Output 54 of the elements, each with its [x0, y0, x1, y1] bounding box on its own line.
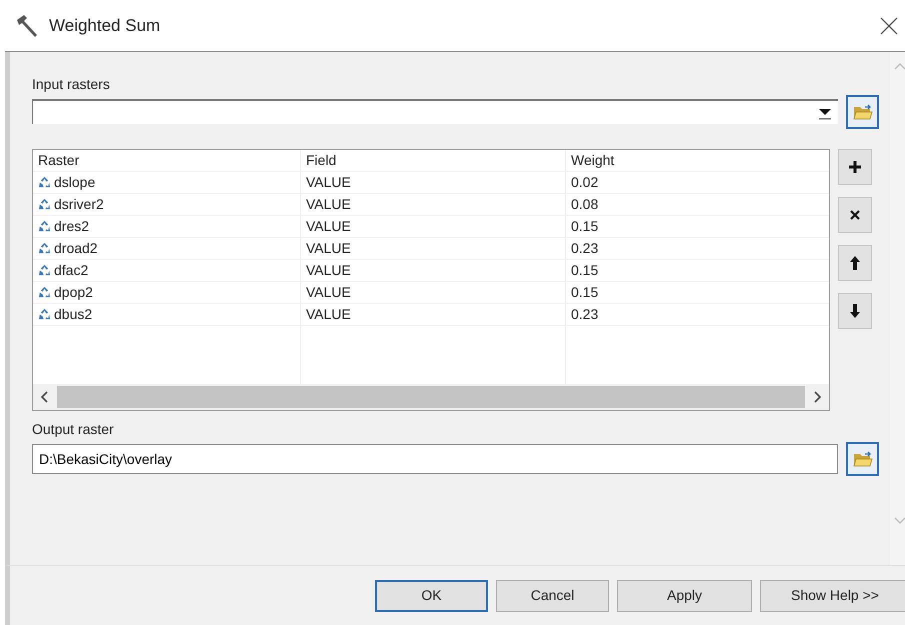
column-header: Weight — [571, 151, 614, 170]
move-up-button[interactable] — [838, 245, 872, 281]
move-down-button[interactable] — [838, 293, 872, 329]
raster-icon — [38, 176, 51, 189]
add-button[interactable] — [838, 149, 872, 185]
table-cell-text: 0.15 — [571, 217, 598, 236]
table-cell-text: 0.02 — [571, 173, 598, 192]
table-cell-text: VALUE — [306, 305, 351, 324]
raster-icon — [38, 198, 51, 211]
table-cell-text: VALUE — [306, 261, 351, 280]
table-cell-text: droad2 — [54, 239, 98, 258]
raster-icon — [38, 308, 51, 321]
table-cell-text: VALUE — [306, 195, 351, 214]
table-cell-text: VALUE — [306, 239, 351, 258]
plus-icon — [848, 160, 862, 174]
output-raster-field[interactable]: D:\BekasiCity\overlay — [32, 444, 838, 474]
input-rasters-dropdown[interactable] — [32, 99, 838, 124]
arrow-up-icon — [849, 255, 861, 271]
table-cell-text: dres2 — [54, 217, 90, 236]
dialog-button[interactable]: Cancel — [496, 580, 609, 612]
dialog-button[interactable]: OK — [375, 580, 488, 612]
table-cell-text: 0.23 — [571, 239, 598, 258]
dialog-button[interactable]: Apply — [617, 580, 752, 612]
arrow-down-icon — [849, 303, 861, 319]
dialog-button[interactable]: Show Help >> — [760, 580, 905, 612]
raster-icon — [38, 286, 51, 299]
table-cell-text: VALUE — [306, 217, 351, 236]
close-button[interactable] — [880, 16, 898, 34]
raster-icon — [38, 242, 51, 255]
table-cell-text: 0.15 — [571, 261, 598, 280]
table-cell-text: VALUE — [306, 283, 351, 302]
table-cell-text: dbus2 — [54, 305, 92, 324]
table-cell-text: dpop2 — [54, 283, 93, 302]
window-title: Weighted Sum — [49, 14, 160, 37]
table-cell-text: 0.08 — [571, 195, 598, 214]
remove-button[interactable] — [838, 197, 872, 233]
cross-icon — [849, 209, 861, 221]
raster-icon — [38, 264, 51, 277]
table-cell-text: 0.15 — [571, 283, 598, 302]
table-cell-text: VALUE — [306, 173, 351, 192]
field-label: Output raster — [32, 420, 115, 439]
folder-icon — [852, 103, 872, 121]
table-cell-text: dsriver2 — [54, 195, 104, 214]
browse-button[interactable] — [846, 442, 879, 476]
raster-icon — [38, 220, 51, 233]
scrollbar-thumb[interactable] — [57, 386, 805, 408]
table-cell-text: dslope — [54, 173, 96, 192]
field-label: Input rasters — [32, 75, 111, 94]
browse-button[interactable] — [846, 95, 879, 129]
column-header: Raster — [38, 151, 80, 170]
column-header: Field — [306, 151, 336, 170]
table-cell-text: dfac2 — [54, 261, 88, 280]
table-cell-text: 0.23 — [571, 305, 598, 324]
folder-icon — [852, 450, 872, 468]
